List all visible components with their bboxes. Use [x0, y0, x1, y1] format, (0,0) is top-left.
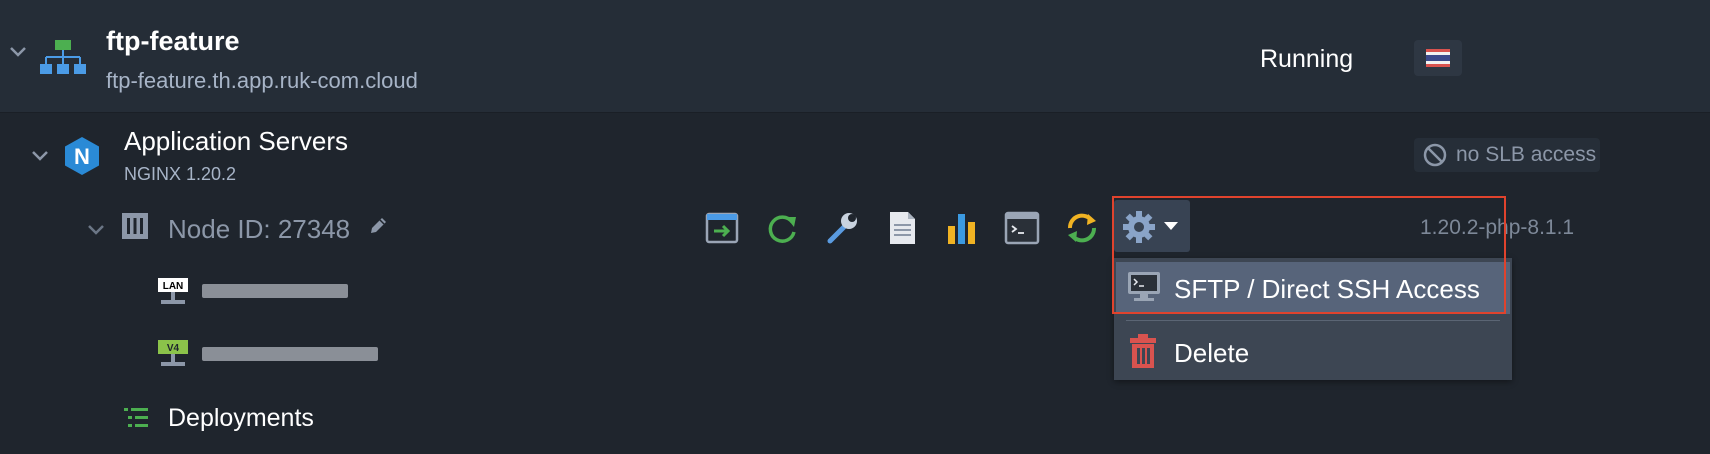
trash-icon: [1130, 334, 1156, 368]
node-version-tag: 1.20.2-php-8.1.1: [1420, 216, 1575, 239]
pencil-icon[interactable]: [368, 214, 390, 236]
deployments-icon: [124, 408, 148, 427]
svg-text:N: N: [74, 144, 90, 169]
chevron-down-icon[interactable]: [8, 42, 28, 65]
slb-label: no SLB access: [1456, 143, 1597, 166]
menu-divider: [1126, 320, 1500, 321]
environment-name[interactable]: ftp-feature: [106, 26, 240, 57]
no-access-icon: [1423, 143, 1447, 167]
node-icon: [122, 213, 148, 239]
restart-icon[interactable]: [762, 208, 802, 248]
slb-access-badge[interactable]: no SLB access: [1414, 138, 1600, 172]
web-ssh-icon[interactable]: [1002, 208, 1042, 248]
node-group-name[interactable]: Application Servers: [124, 126, 348, 157]
node-group-version: NGINX 1.20.2: [124, 164, 237, 184]
lan-ip-address[interactable]: [202, 284, 348, 298]
environment-status: Running: [1260, 45, 1354, 73]
open-in-browser-icon[interactable]: [702, 208, 742, 248]
settings-dropdown-menu: SFTP / Direct SSH Access Delete: [1114, 258, 1512, 380]
caret-down-icon: [1164, 222, 1178, 230]
menu-item-label: SFTP / Direct SSH Access: [1174, 274, 1480, 304]
ipv4-icon: V4: [158, 340, 188, 366]
chevron-down-icon[interactable]: [30, 146, 50, 169]
svg-text:V4: V4: [167, 343, 180, 354]
thailand-flag-icon: [1426, 49, 1450, 67]
config-icon[interactable]: [822, 208, 862, 248]
region-button[interactable]: [1414, 40, 1462, 76]
menu-item-label: Delete: [1174, 338, 1250, 368]
environment-url[interactable]: ftp-feature.th.app.ruk-com.cloud: [106, 68, 418, 94]
menu-item-sftp-ssh-access[interactable]: SFTP / Direct SSH Access: [1116, 262, 1510, 314]
terminal-icon: [1128, 272, 1160, 301]
redeploy-icon[interactable]: [1062, 208, 1102, 248]
public-ip-address[interactable]: [202, 347, 378, 361]
statistics-icon[interactable]: [942, 208, 982, 248]
log-icon[interactable]: [882, 208, 922, 248]
chevron-down-icon[interactable]: [86, 220, 106, 243]
environment-topology-icon: [40, 40, 86, 81]
settings-dropdown-button[interactable]: [1114, 200, 1190, 252]
deployments-label[interactable]: Deployments: [168, 404, 314, 433]
node-id-label[interactable]: Node ID: 27348: [168, 214, 350, 245]
gear-icon: [1123, 211, 1155, 243]
nginx-icon: N: [65, 137, 99, 175]
menu-item-delete[interactable]: Delete: [1116, 326, 1510, 378]
svg-text:LAN: LAN: [163, 281, 184, 292]
lan-ip-icon: LAN: [158, 278, 188, 304]
